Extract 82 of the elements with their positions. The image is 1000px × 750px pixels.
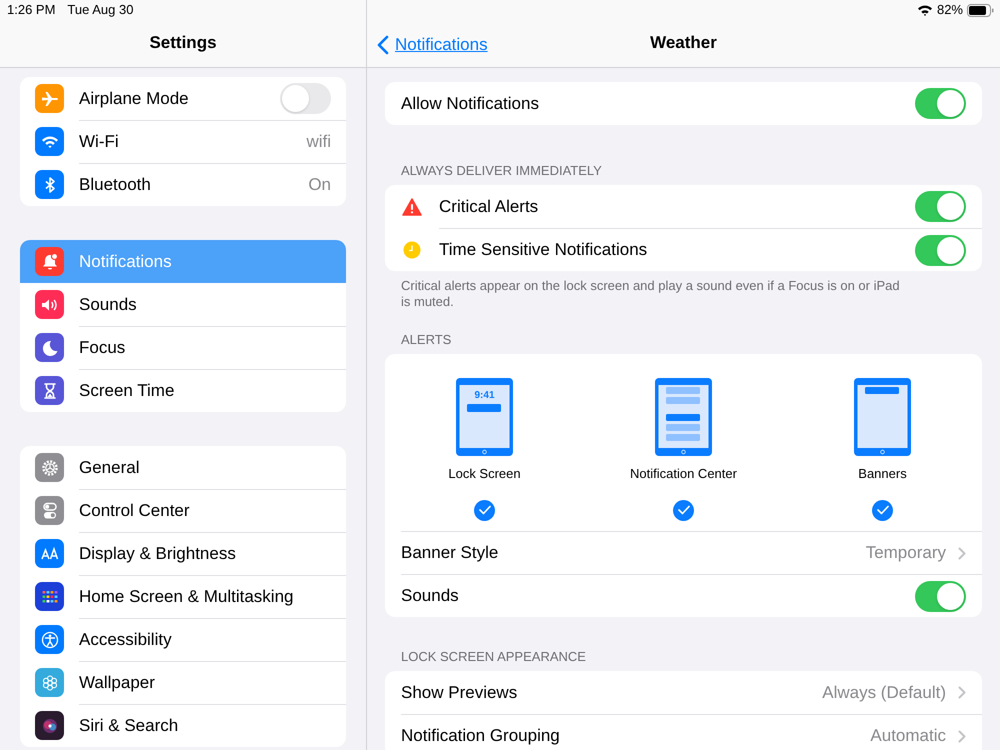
checkbox[interactable] <box>673 500 694 520</box>
item-label: Focus <box>79 337 126 360</box>
item-label: Home Screen & Multitasking <box>79 586 294 608</box>
chevron-icon <box>958 686 966 699</box>
status-time: 1:26 PM <box>7 1 56 20</box>
toggle-switch[interactable] <box>280 83 331 114</box>
sidebar-item[interactable]: Airplane Mode <box>20 77 346 120</box>
warning-icon <box>402 198 422 216</box>
item-label: Sounds <box>79 294 138 316</box>
row-value: Always (Default) <box>822 682 946 704</box>
checkbox[interactable] <box>872 500 893 520</box>
item-label: Bluetooth <box>79 174 152 196</box>
toggle-switch[interactable] <box>915 580 966 612</box>
sidebar-item[interactable]: Bluetooth On <box>20 163 346 206</box>
sidebar-item[interactable]: Home Screen & Multitasking <box>20 575 346 618</box>
item-label: Airplane Mode <box>79 88 190 110</box>
tablet-icon <box>456 378 513 456</box>
chevron-icon <box>958 546 966 560</box>
row-value: Automatic <box>870 725 946 748</box>
item-label: Screen Time <box>79 380 176 402</box>
sidebar-item[interactable]: Wallpaper <box>20 661 346 704</box>
settings-row[interactable]: Sounds <box>385 574 982 617</box>
row-label: Banner Style <box>401 542 500 564</box>
settings-row[interactable]: Banner Style Temporary <box>385 531 982 574</box>
toggle-switch[interactable] <box>915 234 966 266</box>
chevron-icon <box>958 730 966 742</box>
sidebar-item[interactable]: Wi-Fi wifi <box>20 120 346 163</box>
tablet-icon <box>655 378 712 456</box>
item-label: Control Center <box>79 500 191 522</box>
item-label: Wi-Fi <box>79 131 120 154</box>
sidebar-item[interactable]: Accessibility <box>20 618 346 661</box>
sidebar-item[interactable]: Display & Brightness <box>20 532 346 575</box>
item-value: On <box>308 174 331 196</box>
section-header: ALWAYS DELIVER IMMEDIATELY <box>400 162 603 180</box>
section-header: LOCK SCREEN APPEARANCE <box>400 648 587 666</box>
settings-row[interactable]: Critical Alerts <box>385 185 982 228</box>
sidebar-item[interactable]: Control Center <box>20 489 346 532</box>
row-label: Show Previews <box>401 682 518 704</box>
checkmark-icon <box>876 505 888 515</box>
item-label: Accessibility <box>79 629 173 652</box>
toggle-switch[interactable] <box>915 88 966 119</box>
item-label: Display & Brightness <box>79 543 237 566</box>
pane-title: Weather <box>650 32 717 54</box>
tablet-icon <box>854 378 911 456</box>
row-label: Critical Alerts <box>439 196 540 218</box>
battery-icon <box>967 4 994 16</box>
settings-row[interactable]: Allow Notifications <box>385 82 982 125</box>
settings-row[interactable]: Notification Grouping Automatic <box>385 714 982 750</box>
clock-text: 9:41 <box>473 389 496 403</box>
sidebar-item[interactable]: Sounds <box>20 283 346 326</box>
row-label: Sounds <box>401 585 460 608</box>
section-footer: Critical alerts appear on the lock screen and play a sound even if a Focus is on or iPad is muted. <box>385 271 982 310</box>
item-label: Siri & Search <box>79 715 180 738</box>
checkbox[interactable] <box>474 500 495 520</box>
sidebar-item[interactable]: Screen Time <box>20 369 346 412</box>
sidebar-item[interactable]: General <box>20 446 346 489</box>
back-link[interactable]: Notifications <box>377 32 488 58</box>
option-label: Notification Center <box>630 465 737 483</box>
item-label: Notifications <box>79 250 173 273</box>
back-chevron-icon <box>377 34 389 55</box>
item-label: General <box>79 456 140 479</box>
toggle-switch[interactable] <box>915 191 966 222</box>
clock-icon <box>403 240 421 258</box>
checkmark-icon <box>678 505 690 515</box>
status-date: Tue Aug 30 <box>67 1 134 20</box>
pane-title: Settings <box>148 32 218 54</box>
row-label: Time Sensitive Notifications <box>439 239 648 262</box>
item-value: wifi <box>306 131 331 154</box>
settings-row[interactable]: Time Sensitive Notifications <box>385 228 982 271</box>
wifi-icon <box>916 4 933 16</box>
row-label: Allow Notifications <box>401 92 540 115</box>
sidebar-item[interactable]: Focus <box>20 326 346 369</box>
section-header: ALERTS <box>400 331 452 349</box>
option-label: Lock Screen <box>448 465 521 483</box>
option-label: Banners <box>858 465 907 483</box>
settings-row[interactable]: Show Previews Always (Default) <box>385 671 982 714</box>
sidebar-item[interactable]: Siri & Search <box>20 704 346 747</box>
row-value: Temporary <box>866 542 946 564</box>
battery-percent: 82% <box>936 1 963 20</box>
checkmark-icon <box>478 505 490 515</box>
row-label: Notification Grouping <box>401 725 561 748</box>
item-label: Wallpaper <box>79 672 156 694</box>
